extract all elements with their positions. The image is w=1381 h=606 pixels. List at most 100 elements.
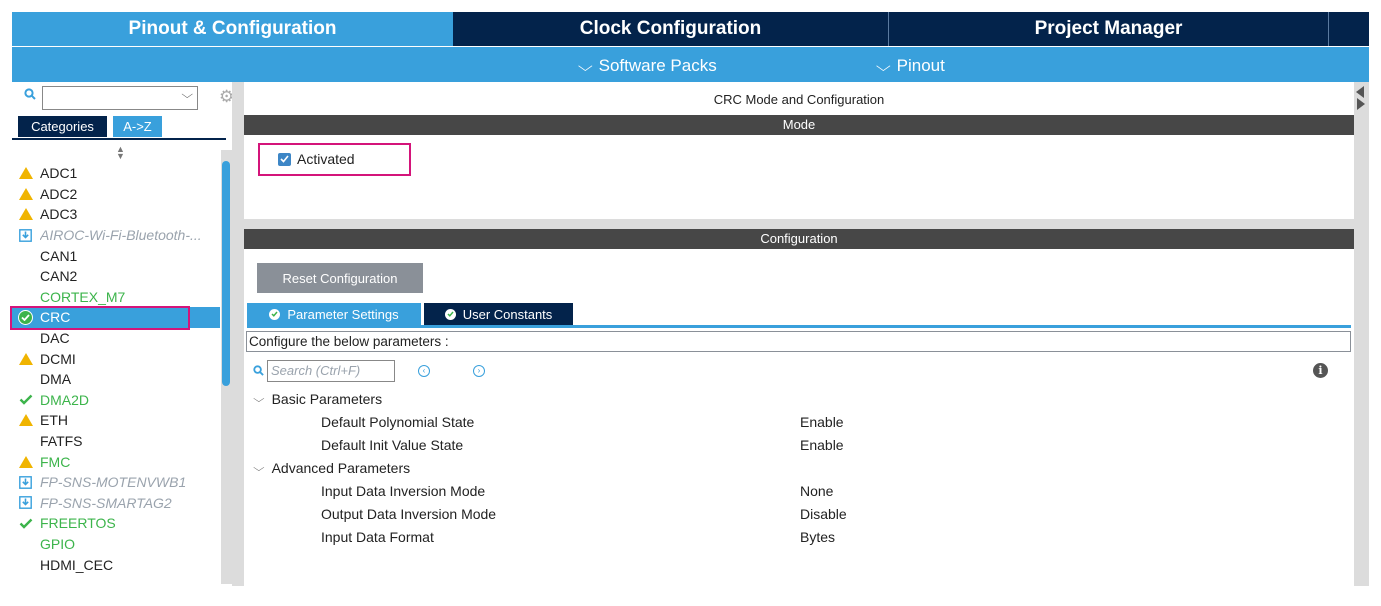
list-item-label: ADC1	[40, 165, 78, 182]
list-item-label: CAN1	[40, 247, 78, 264]
tab-a-z[interactable]: A->Z	[113, 116, 162, 137]
warning-icon	[16, 166, 35, 180]
param-value[interactable]: None	[800, 483, 833, 499]
highlight-box	[10, 306, 190, 330]
param-value[interactable]: Bytes	[800, 529, 835, 545]
scrollbar-track[interactable]	[1354, 82, 1369, 586]
pane-splitter[interactable]	[232, 82, 244, 586]
warning-icon	[16, 455, 35, 469]
list-item[interactable]: FATFS	[12, 431, 220, 452]
tab-underline	[247, 325, 1351, 328]
list-item[interactable]: GPIO	[12, 534, 220, 555]
blank-icon	[16, 290, 35, 304]
param-name: Input Data Inversion Mode	[321, 483, 486, 499]
chevron-down-icon: ⌵	[253, 462, 265, 474]
highlight-box	[258, 143, 411, 176]
search-icon	[24, 88, 36, 100]
pinout-menu[interactable]: ⌵ Pinout	[875, 56, 945, 76]
collapse-left-icon[interactable]	[1356, 86, 1364, 98]
tab-project-manager[interactable]: Project Manager	[889, 12, 1329, 46]
group-basic-parameters[interactable]: ⌵ Basic Parameters	[253, 391, 382, 407]
list-item-label: GPIO	[40, 535, 76, 552]
blank-icon	[16, 249, 35, 263]
param-value[interactable]: Enable	[800, 414, 844, 430]
warning-icon	[16, 187, 35, 201]
tab-pinout-configuration[interactable]: Pinout & Configuration	[12, 12, 453, 46]
list-item[interactable]: ETH	[12, 410, 220, 431]
mode-header: Mode	[244, 115, 1354, 135]
configure-text: Configure the below parameters :	[246, 331, 1351, 352]
check-circle-icon	[444, 308, 456, 320]
scrollbar-thumb[interactable]	[222, 161, 230, 386]
chevron-down-icon[interactable]: ⌵	[181, 89, 193, 102]
list-item[interactable]: CORTEX_M7	[12, 287, 220, 308]
list-item-label: FP-SNS-MOTENVWB1	[40, 474, 187, 491]
tab-parameter-settings[interactable]: Parameter Settings	[247, 303, 421, 325]
search-icon	[253, 365, 264, 376]
list-item-label: FP-SNS-SMARTAG2	[40, 494, 172, 511]
blank-icon	[16, 331, 35, 345]
tab-overflow	[1329, 12, 1369, 46]
group-advanced-parameters[interactable]: ⌵ Advanced Parameters	[253, 460, 410, 476]
param-name: Input Data Format	[321, 529, 434, 545]
list-item[interactable]: ADC1	[12, 163, 220, 184]
list-item[interactable]: CAN1	[12, 245, 220, 266]
check-icon	[16, 393, 35, 407]
tab-user-constants[interactable]: User Constants	[424, 303, 573, 325]
software-packs-menu[interactable]: ⌵ Software Packs	[578, 56, 717, 76]
list-item-label: DCMI	[40, 350, 76, 367]
list-item[interactable]: DMA2D	[12, 390, 220, 411]
warning-icon	[16, 352, 35, 366]
blank-icon	[16, 558, 35, 572]
section-divider	[244, 219, 1354, 229]
blank-icon	[16, 372, 35, 386]
list-item[interactable]: HDMI_CEC	[12, 554, 220, 575]
list-item[interactable]: AIROC-Wi-Fi-Bluetooth-...	[12, 225, 220, 246]
list-item-label: FMC	[40, 453, 71, 470]
tab-underline	[12, 138, 226, 140]
list-item[interactable]: ADC3	[12, 204, 220, 225]
previous-result-icon[interactable]: ‹	[418, 365, 430, 377]
info-icon[interactable]: i	[1313, 363, 1328, 378]
chevron-down-icon: ⌵	[875, 57, 891, 74]
list-item[interactable]: ADC2	[12, 184, 220, 205]
warning-icon	[16, 413, 35, 427]
configuration-header: Configuration	[244, 229, 1354, 249]
category-search-input[interactable]: ⌵	[42, 86, 198, 110]
sort-icon[interactable]: ▲ ▼	[116, 145, 125, 161]
blank-icon	[16, 537, 35, 551]
software-pack-icon	[16, 496, 35, 510]
list-item-label: CORTEX_M7	[40, 288, 126, 305]
list-item-label: ETH	[40, 412, 68, 429]
param-name: Default Polynomial State	[321, 414, 475, 430]
tab-clock-configuration[interactable]: Clock Configuration	[453, 12, 889, 46]
tab-categories[interactable]: Categories	[18, 116, 107, 137]
warning-icon	[16, 207, 35, 221]
list-item[interactable]: DCMI	[12, 348, 220, 369]
list-item-label: ADC2	[40, 185, 78, 202]
list-item[interactable]: DAC	[12, 328, 220, 349]
peripheral-list: ADC1 ADC2 ADC3 AIROC-Wi-Fi-Bluetooth-... CAN…	[12, 163, 220, 575]
list-item[interactable]: CAN2	[12, 266, 220, 287]
list-item[interactable]: FMC	[12, 451, 220, 472]
page-title: CRC Mode and Configuration	[713, 92, 885, 107]
list-item[interactable]: FREERTOS	[12, 513, 220, 534]
param-value[interactable]: Disable	[800, 506, 847, 522]
reset-configuration-button[interactable]: Reset Configuration	[257, 263, 423, 293]
param-name: Default Init Value State	[321, 437, 464, 453]
list-item-label: HDMI_CEC	[40, 556, 114, 573]
list-item-label: CAN2	[40, 268, 78, 285]
list-item[interactable]: DMA	[12, 369, 220, 390]
check-icon	[16, 516, 35, 530]
param-value[interactable]: Enable	[800, 437, 844, 453]
list-item-label: FATFS	[40, 433, 83, 450]
software-pack-icon	[16, 228, 35, 242]
expand-right-icon[interactable]	[1357, 98, 1365, 110]
list-item[interactable]: FP-SNS-SMARTAG2	[12, 493, 220, 514]
blank-icon	[16, 269, 35, 283]
next-result-icon[interactable]: ›	[473, 365, 485, 377]
software-pack-icon	[16, 475, 35, 489]
list-item[interactable]: FP-SNS-MOTENVWB1	[12, 472, 220, 493]
chevron-down-icon: ⌵	[253, 393, 265, 405]
parameter-search-input[interactable]: Search (Ctrl+F)	[267, 360, 395, 382]
